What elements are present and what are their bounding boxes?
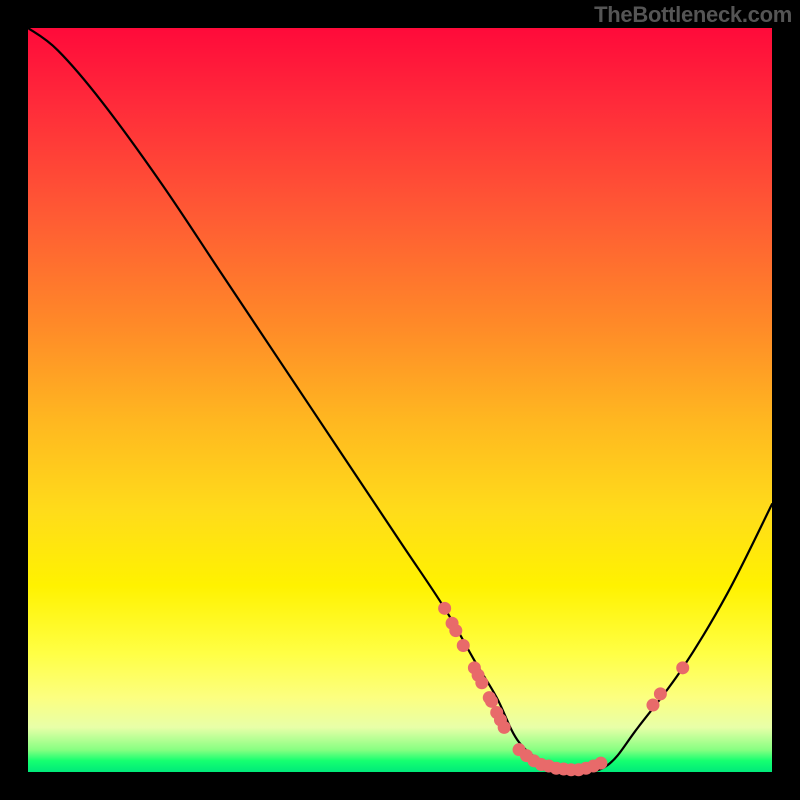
bottleneck-curve [28,28,772,772]
chart-svg [28,28,772,772]
chart-container: TheBottleneck.com [0,0,800,800]
curve-line [28,28,772,772]
data-marker [646,699,659,712]
data-marker [498,721,511,734]
data-marker [449,624,462,637]
data-marker [485,695,498,708]
plot-area [28,28,772,772]
data-marker [594,757,607,770]
data-markers [438,602,689,776]
data-marker [475,676,488,689]
data-marker [438,602,451,615]
watermark-text: TheBottleneck.com [594,2,792,28]
data-marker [457,639,470,652]
data-marker [676,661,689,674]
data-marker [654,687,667,700]
